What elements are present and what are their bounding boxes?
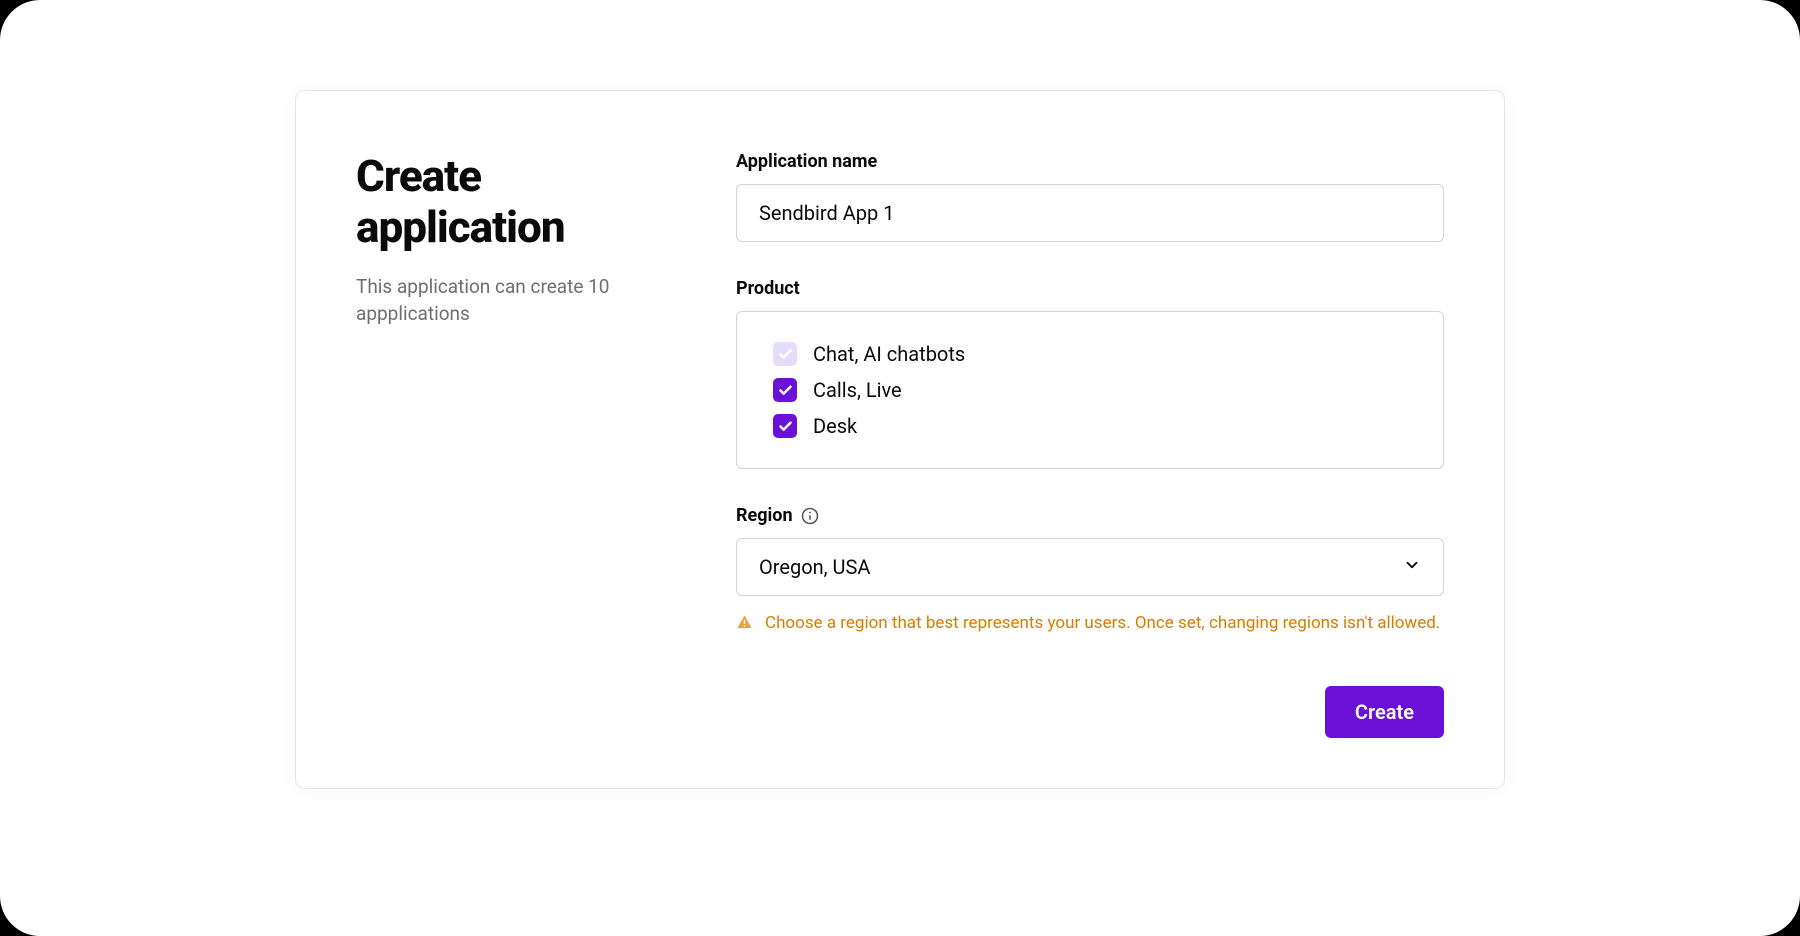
checkbox-calls[interactable]	[773, 378, 797, 402]
app-name-label: Application name	[736, 151, 1444, 172]
product-option-label: Chat, AI chatbots	[813, 342, 965, 366]
info-icon[interactable]	[801, 507, 819, 525]
card-footer: Create	[736, 686, 1444, 738]
product-option-chat: Chat, AI chatbots	[773, 342, 1407, 366]
product-option-label: Desk	[813, 414, 857, 438]
app-name-input[interactable]	[736, 184, 1444, 242]
left-column: Create application This application can …	[356, 151, 656, 738]
region-warning: Choose a region that best represents you…	[736, 612, 1444, 636]
check-icon	[778, 419, 793, 434]
region-selected-value: Oregon, USA	[759, 555, 870, 579]
product-label: Product	[736, 278, 1444, 299]
product-option-calls[interactable]: Calls, Live	[773, 378, 1407, 402]
checkbox-desk[interactable]	[773, 414, 797, 438]
region-warning-text: Choose a region that best represents you…	[765, 612, 1440, 636]
create-application-card: Create application This application can …	[295, 90, 1505, 789]
page-title: Create application	[356, 151, 656, 252]
chevron-down-icon	[1403, 556, 1421, 578]
product-option-label: Calls, Live	[813, 378, 902, 402]
product-options-box: Chat, AI chatbots Calls, Live Desk	[736, 311, 1444, 469]
product-option-desk[interactable]: Desk	[773, 414, 1407, 438]
app-name-group: Application name	[736, 151, 1444, 242]
page-background: Create application This application can …	[0, 0, 1800, 936]
region-group: Region Oregon, USA Choose a region that	[736, 505, 1444, 636]
region-label: Region	[736, 505, 793, 526]
create-button[interactable]: Create	[1325, 686, 1444, 738]
check-icon	[778, 347, 793, 362]
region-select[interactable]: Oregon, USA	[736, 538, 1444, 596]
right-column: Application name Product Chat, AI chatbo…	[736, 151, 1444, 738]
check-icon	[778, 383, 793, 398]
checkbox-chat	[773, 342, 797, 366]
product-group: Product Chat, AI chatbots Calls, Live	[736, 278, 1444, 469]
page-subtitle: This application can create 10 appplicat…	[356, 274, 656, 327]
region-label-row: Region	[736, 505, 1444, 526]
warning-icon	[736, 614, 753, 631]
